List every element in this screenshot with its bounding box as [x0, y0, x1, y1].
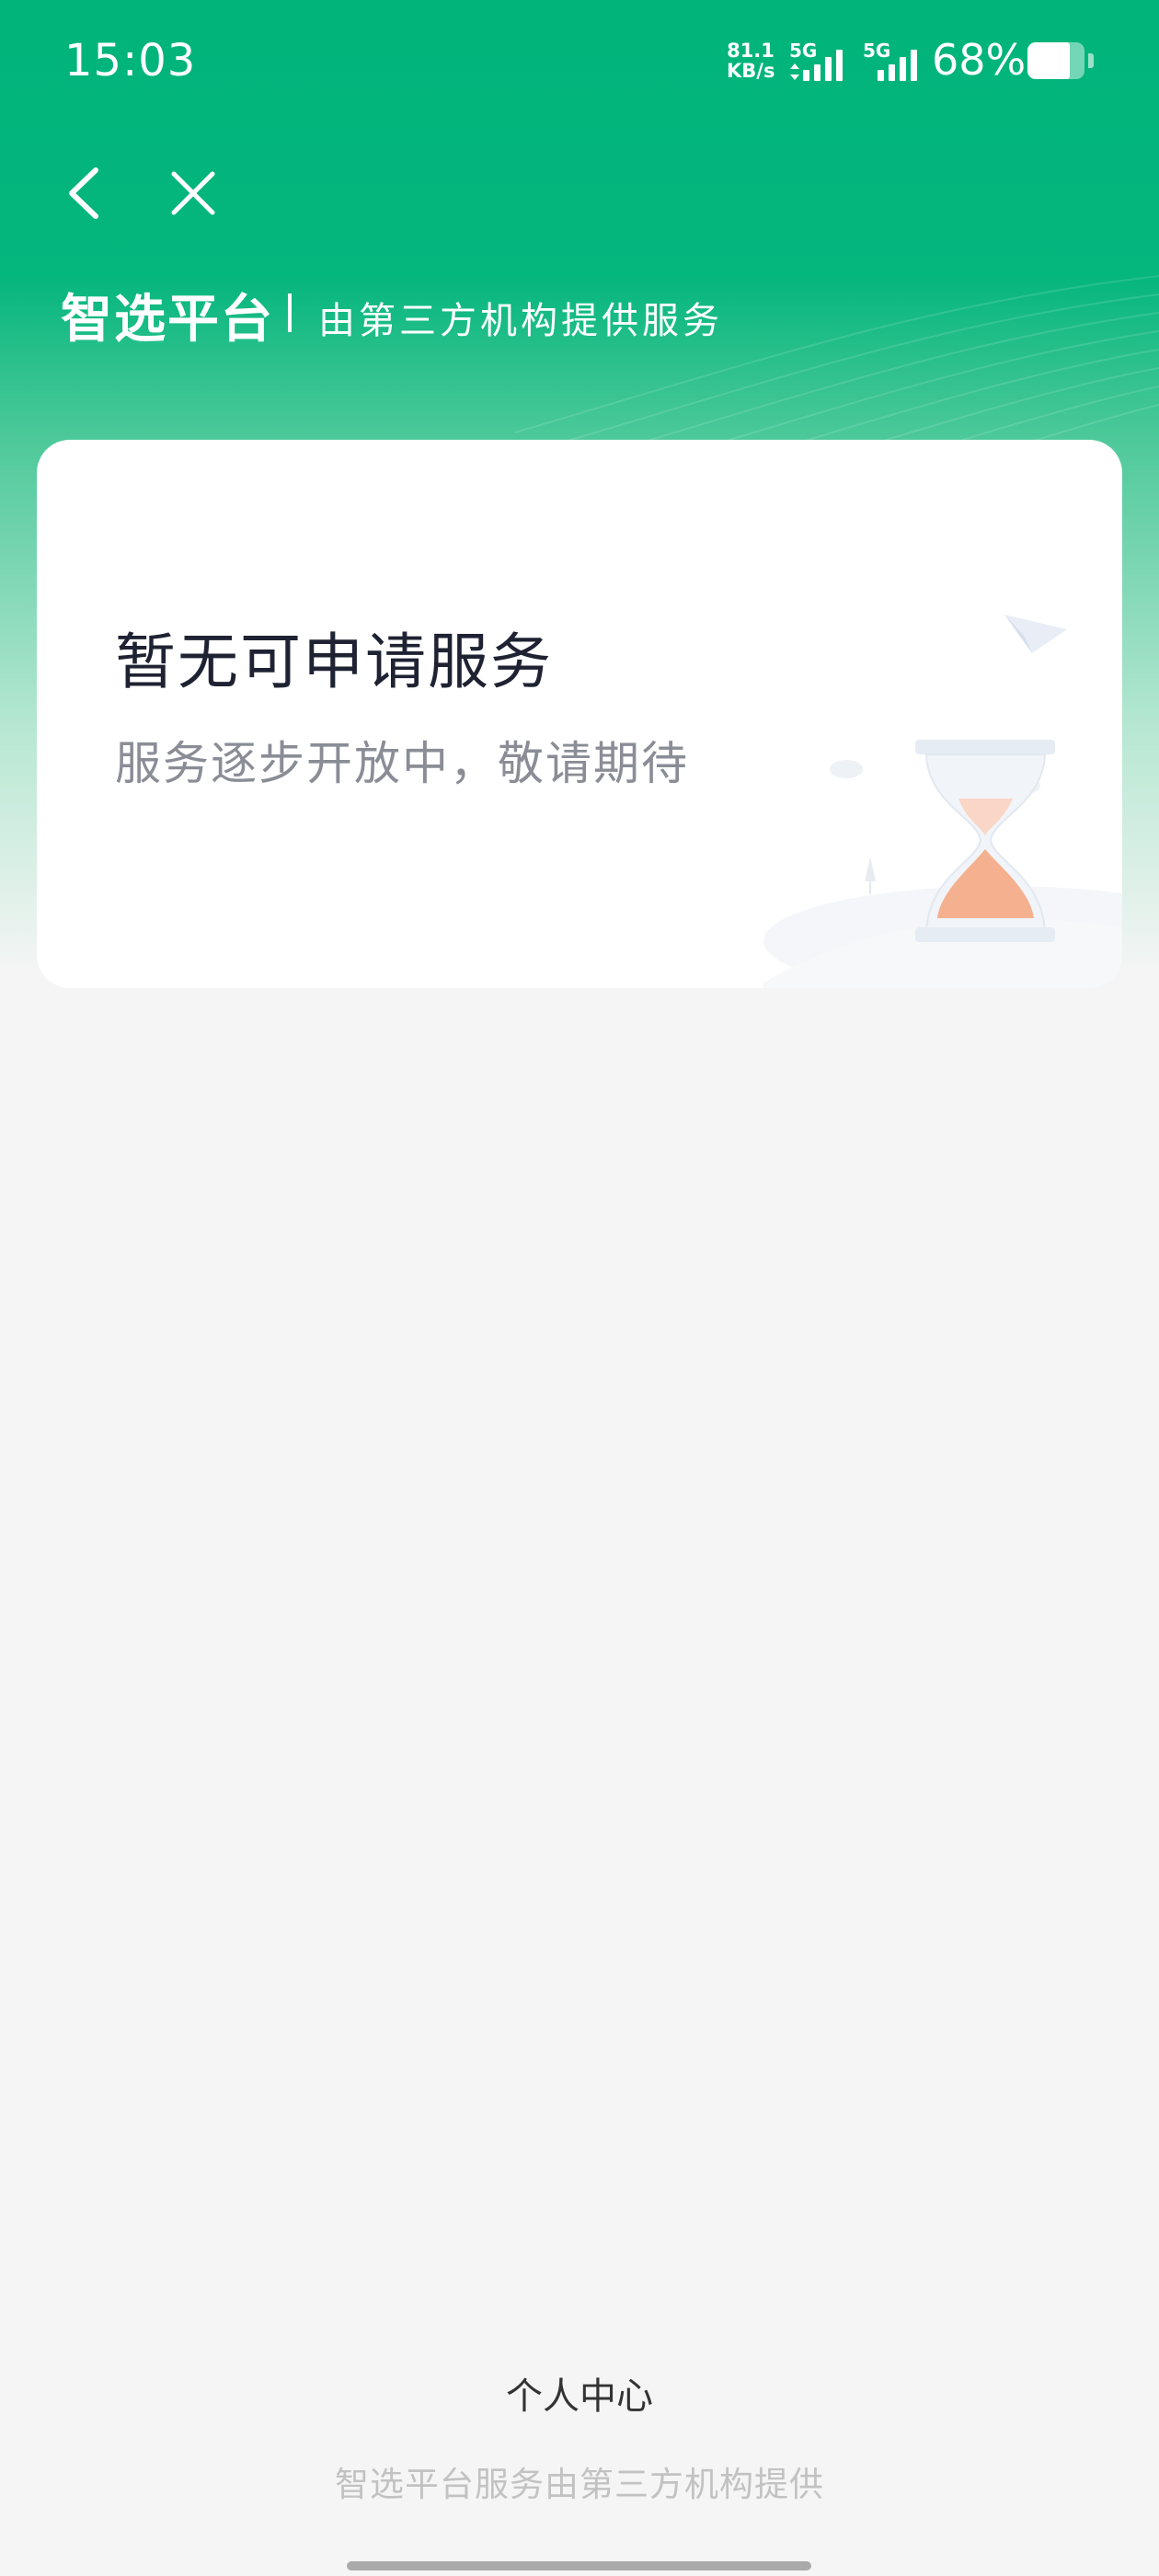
empty-state-title: 暂无可申请服务 — [115, 627, 553, 697]
hourglass-illustration — [763, 615, 1122, 988]
network-speed-unit: KB/s — [727, 60, 775, 82]
brand-subtitle: 由第三方机构提供服务 — [318, 300, 723, 342]
footer-disclaimer: 智选平台服务由第三方机构提供 — [335, 2465, 824, 2504]
status-time: 15:03 — [64, 35, 197, 86]
chevron-left-icon — [69, 167, 98, 219]
close-icon — [171, 171, 215, 215]
network-speed: 81.1 KB/s — [727, 40, 775, 81]
brand-divider — [288, 293, 292, 332]
home-indicator[interactable] — [347, 2561, 811, 2570]
brand-title: 智选平台 — [61, 290, 274, 350]
sim2-signal-icon: 5G — [863, 40, 920, 81]
battery-icon — [1027, 42, 1094, 79]
data-arrows-icon — [790, 63, 799, 80]
sim1-signal-icon: 5G — [789, 40, 854, 81]
battery-percent: 68% — [932, 35, 1027, 85]
close-button[interactable] — [161, 161, 225, 225]
network-speed-value: 81.1 — [727, 40, 775, 62]
empty-state-card: 暂无可申请服务 服务逐步开放中，敬请期待 — [37, 440, 1122, 988]
status-bar: 15:03 81.1 KB/s 5G 5G 68% — [0, 0, 1159, 129]
paper-plane-icon — [1004, 615, 1067, 653]
personal-center-link[interactable]: 个人中心 — [0, 2366, 1159, 2420]
empty-state-subtitle: 服务逐步开放中，敬请期待 — [115, 737, 689, 790]
back-button[interactable] — [55, 161, 120, 225]
